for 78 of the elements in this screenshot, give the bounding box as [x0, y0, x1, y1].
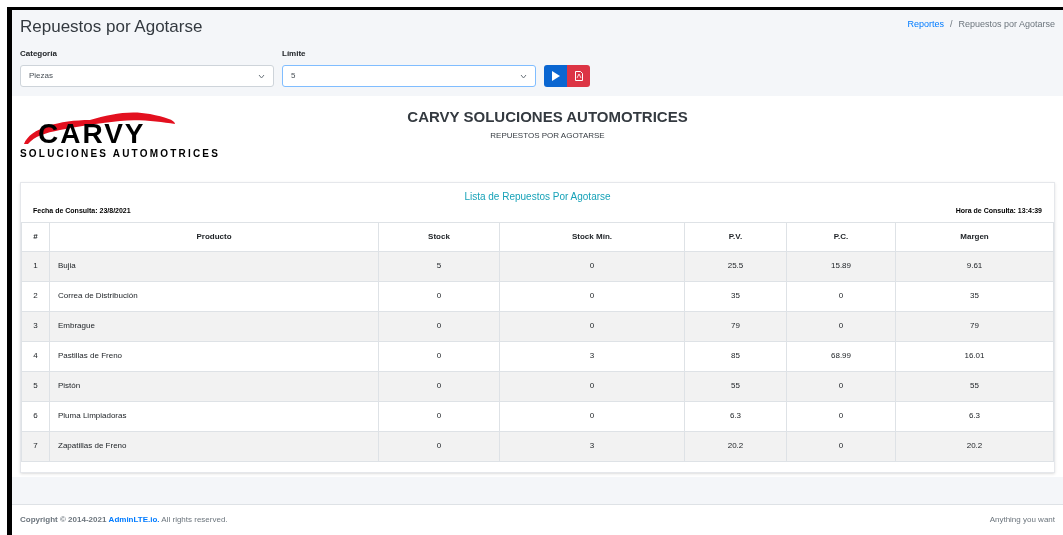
- table-cell: 7: [21, 431, 50, 461]
- column-header: Stock Mín.: [499, 222, 685, 251]
- table-cell: 0: [378, 431, 500, 461]
- copyright-text: Copyright © 2014-2021 AdminLTE.io. All rights reserved.: [20, 514, 228, 526]
- table-cell: 68.99: [786, 341, 896, 371]
- table-cell: 6.3: [895, 401, 1054, 431]
- breadcrumb-link[interactable]: Reportes: [907, 18, 944, 32]
- select-field[interactable]: Piezas: [20, 65, 274, 87]
- table-cell: 4: [21, 341, 50, 371]
- table-cell: Correa de Distribución: [49, 281, 379, 311]
- logo-name: CARVY: [38, 120, 146, 148]
- chevron-down-icon: [258, 73, 265, 79]
- column-header: Producto: [49, 222, 379, 251]
- play-icon: [551, 71, 560, 81]
- table-cell: 0: [378, 311, 500, 341]
- table-cell: 0: [786, 401, 896, 431]
- table-cell: 0: [786, 311, 896, 341]
- list-title: Lista de Repuestos Por Agotarse: [464, 190, 611, 204]
- table-cell: Bujia: [49, 251, 379, 281]
- table-cell: 0: [499, 401, 685, 431]
- table-cell: 55: [684, 371, 787, 401]
- field-label: Categoría: [20, 48, 58, 60]
- table-cell: 0: [499, 371, 685, 401]
- table-cell: 9.61: [895, 251, 1054, 281]
- table-cell: 6.3: [684, 401, 787, 431]
- table-cell: Pastillas de Freno: [49, 341, 379, 371]
- page-title: Repuestos por Agotarse: [20, 16, 203, 38]
- table-cell: 5: [378, 251, 500, 281]
- column-header: P.C.: [786, 222, 896, 251]
- table-cell: 16.01: [895, 341, 1054, 371]
- table-cell: 3: [21, 311, 50, 341]
- column-header: #: [21, 222, 50, 251]
- table-cell: Embrague: [49, 311, 379, 341]
- table-cell: 79: [684, 311, 787, 341]
- table-cell: 3: [499, 431, 685, 461]
- table-cell: 79: [895, 311, 1054, 341]
- table-cell: 6: [21, 401, 50, 431]
- table-cell: 20.2: [895, 431, 1054, 461]
- table-cell: 0: [786, 371, 896, 401]
- column-header: P.V.: [684, 222, 787, 251]
- table-cell: 0: [378, 371, 500, 401]
- chevron-down-icon: [520, 73, 527, 79]
- table-cell: 35: [684, 281, 787, 311]
- footer-link[interactable]: AdminLTE.io.: [108, 515, 160, 524]
- table-cell: 35: [895, 281, 1054, 311]
- column-header: Margen: [895, 222, 1054, 251]
- field-label: Límite: [282, 48, 307, 60]
- table-cell: 0: [499, 281, 685, 311]
- table-cell: 0: [378, 341, 500, 371]
- table-cell: 85: [684, 341, 787, 371]
- breadcrumb-separator: /: [949, 18, 953, 31]
- table-cell: 2: [21, 281, 50, 311]
- report-subtitle: REPUESTOS POR AGOTARSE: [490, 130, 605, 142]
- table-cell: Zapatillas de Freno: [49, 431, 379, 461]
- table-cell: 25.5: [684, 251, 787, 281]
- run-button[interactable]: [544, 65, 567, 87]
- column-header: Stock: [378, 222, 500, 251]
- logo-tagline: SOLUCIONES AUTOMOTRICES: [20, 148, 221, 160]
- table-cell: 15.89: [786, 251, 896, 281]
- table-cell: 0: [378, 401, 500, 431]
- table-cell: 0: [378, 281, 500, 311]
- table-cell: 0: [786, 431, 896, 461]
- table-cell: 3: [499, 341, 685, 371]
- breadcrumb-current: Repuestos por Agotarse: [958, 18, 1055, 31]
- select-field[interactable]: 5: [282, 65, 536, 87]
- table-cell: 20.2: [684, 431, 787, 461]
- table-cell: 0: [499, 251, 685, 281]
- table-cell: 1: [21, 251, 50, 281]
- table-cell: 5: [21, 371, 50, 401]
- footer-text: Anything you want: [989, 514, 1055, 526]
- table-cell: 0: [786, 281, 896, 311]
- pdf-file-icon: [574, 71, 583, 81]
- company-name: CARVY SOLUCIONES AUTOMOTRICES: [407, 107, 688, 127]
- table-cell: 0: [499, 311, 685, 341]
- table-cell: Pluma Limpiadoras: [49, 401, 379, 431]
- table-cell: Pistón: [49, 371, 379, 401]
- pdf-button[interactable]: [567, 65, 590, 87]
- table-cell: 55: [895, 371, 1054, 401]
